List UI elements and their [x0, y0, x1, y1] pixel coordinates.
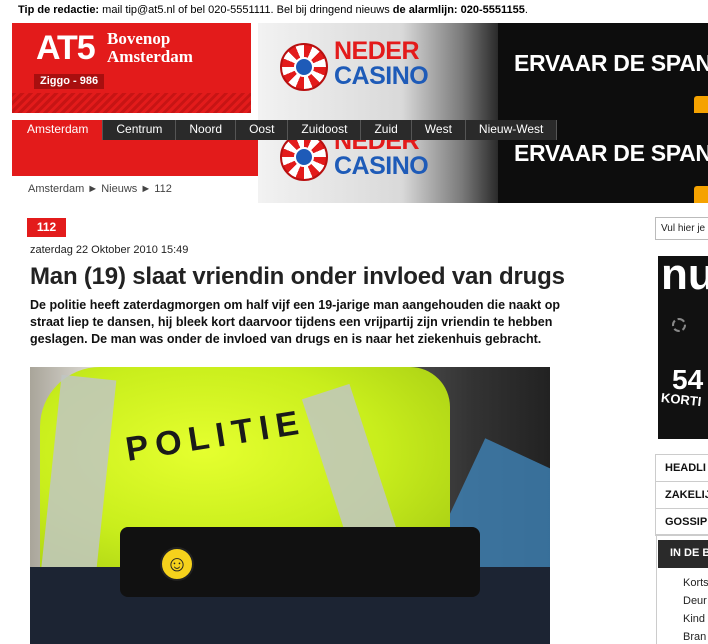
smiley-badge-icon: ☺: [160, 547, 194, 581]
logo-at5: AT5: [36, 29, 96, 67]
sidebar-section-title: IN DE B: [658, 540, 708, 568]
banner-slogan: ERVAAR DE SPANN: [514, 50, 708, 76]
nav-item-zuid[interactable]: Zuid: [361, 120, 412, 140]
nav-item-noord[interactable]: Noord: [176, 120, 237, 140]
tab-headlines[interactable]: HEADLI: [655, 455, 708, 482]
category-badge[interactable]: 112: [27, 218, 66, 237]
article-headline: Man (19) slaat vriendin onder invloed va…: [30, 263, 565, 290]
tip-end: .: [524, 4, 528, 16]
sidebar-tabs: HEADLI ZAKELIJ GOSSIP: [655, 454, 708, 536]
banner-button: [694, 186, 708, 203]
casino-chip-icon: [280, 133, 328, 181]
list-item[interactable]: Korts: [683, 574, 708, 592]
district-nav: Amsterdam Centrum Noord Oost Zuidoost Zu…: [12, 120, 558, 140]
list-item[interactable]: Bran: [683, 628, 708, 644]
article-date: zaterdag 22 Oktober 2010 15:49: [30, 244, 189, 256]
banner-button: [694, 96, 708, 113]
alarm-line: de alarmlijn: 020-5551155: [392, 4, 525, 16]
gear-icon: [672, 318, 686, 332]
sidebar-ad[interactable]: nu 54 KORTI: [658, 256, 708, 439]
ziggo-channel: Ziggo - 986: [34, 74, 105, 89]
nav-item-oost[interactable]: Oost: [236, 120, 289, 140]
sidebar-search-input[interactable]: Vul hier je: [655, 217, 708, 240]
article-intro: De politie heeft zaterdagmorgen om half …: [30, 298, 560, 346]
casino-banner-ad[interactable]: NEDER CASINO ERVAAR DE SPANN: [258, 23, 708, 113]
tip-text: mail tip@at5.nl of bel 020-5551111. Bel …: [99, 4, 393, 16]
banner-casino: CASINO: [334, 152, 429, 180]
banner-casino: CASINO: [334, 62, 429, 90]
article-photo: POLITIE ☺: [30, 367, 550, 644]
at5-logo[interactable]: AT5 Bovenop Amsterdam Ziggo - 986: [12, 23, 251, 113]
tab-gossip[interactable]: GOSSIP: [655, 509, 708, 536]
breadcrumb[interactable]: Amsterdam ► Nieuws ► 112: [28, 183, 172, 195]
logo-tagline: Bovenop Amsterdam: [107, 29, 193, 66]
nav-item-nieuw-west[interactable]: Nieuw-West: [466, 120, 558, 140]
nav-item-centrum[interactable]: Centrum: [103, 120, 177, 140]
logo-stripe: [12, 93, 251, 113]
ad-brand: nu: [661, 256, 708, 299]
sidebar-list: Korts Deur Kind Bran: [683, 574, 708, 644]
casino-chip-icon: [280, 43, 328, 91]
nav-item-zuidoost[interactable]: Zuidoost: [288, 120, 362, 140]
list-item[interactable]: Deur: [683, 592, 708, 610]
tip-label: Tip de redactie:: [18, 4, 100, 16]
tip-bar: Tip de redactie: mail tip@at5.nl of bel …: [0, 0, 708, 20]
tab-zakelijk[interactable]: ZAKELIJ: [655, 482, 708, 509]
nav-item-amsterdam[interactable]: Amsterdam: [12, 120, 104, 140]
banner-slogan: ERVAAR DE SPANN: [514, 140, 708, 166]
list-item[interactable]: Kind: [683, 610, 708, 628]
nav-item-west[interactable]: West: [412, 120, 466, 140]
ad-kort: KORTI: [660, 389, 703, 410]
